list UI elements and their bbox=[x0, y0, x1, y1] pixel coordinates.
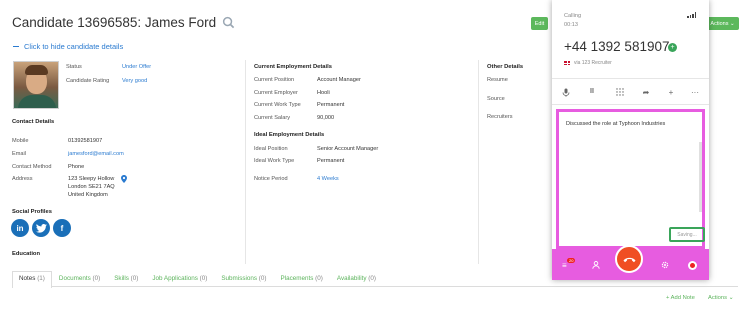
menu-list-icon[interactable]: ≡ bbox=[562, 261, 567, 270]
map-pin-icon[interactable] bbox=[121, 175, 127, 183]
method-label: Contact Method bbox=[12, 164, 52, 170]
notification-badge: 20 bbox=[567, 258, 576, 263]
status-value[interactable]: Under Offer bbox=[122, 64, 151, 70]
uk-flag-icon bbox=[564, 61, 570, 65]
ideal-worktype-value: Permanent bbox=[317, 158, 345, 164]
edit-button[interactable]: Edit bbox=[531, 17, 548, 30]
microphone-icon[interactable] bbox=[559, 88, 573, 97]
tab-job-applications[interactable]: Job Applications (0) bbox=[145, 271, 214, 287]
dialed-number: +44 1392 581907 bbox=[564, 39, 670, 54]
contact-icon[interactable] bbox=[592, 261, 600, 269]
actions-label: Actions bbox=[710, 20, 729, 27]
hide-details-link[interactable]: Click to hide candidate details bbox=[13, 42, 123, 51]
phone-toolbar: ≡ 20 bbox=[552, 245, 709, 280]
pause-icon[interactable]: II bbox=[585, 88, 599, 95]
tab-placements[interactable]: Placements (0) bbox=[274, 271, 330, 287]
signal-icon bbox=[687, 12, 696, 18]
tab-availability[interactable]: Availability (0) bbox=[330, 271, 383, 287]
column-divider bbox=[245, 60, 246, 264]
tab-documents[interactable]: Documents (0) bbox=[52, 271, 107, 287]
source-label: Source bbox=[487, 96, 505, 102]
note-scrollbar[interactable] bbox=[699, 142, 702, 212]
current-worktype-value: Permanent bbox=[317, 102, 345, 108]
email-label: Email bbox=[12, 151, 26, 157]
employment-heading: Current Employment Details bbox=[254, 64, 332, 70]
tab-notes[interactable]: Notes (1) bbox=[12, 271, 52, 288]
search-icon[interactable] bbox=[222, 16, 235, 29]
rating-label: Candidate Rating bbox=[66, 78, 110, 84]
current-employer-label: Current Employer bbox=[254, 90, 298, 96]
recruiters-label: Recruiters bbox=[487, 114, 513, 120]
education-heading: Education bbox=[12, 251, 41, 257]
current-position-label: Current Position bbox=[254, 77, 295, 83]
notes-actions-button[interactable]: Actions ⌄ bbox=[708, 295, 733, 301]
mobile-label: Mobile bbox=[12, 138, 29, 144]
call-note-text[interactable]: Discussed the role at Typhoon Industries bbox=[566, 121, 665, 127]
tab-submissions[interactable]: Submissions (0) bbox=[214, 271, 273, 287]
facebook-icon[interactable]: f bbox=[53, 219, 71, 237]
current-employer-value: Hooli bbox=[317, 90, 330, 96]
minus-icon bbox=[13, 45, 19, 48]
call-timer: 00:13 bbox=[564, 22, 578, 28]
ideal-position-label: Ideal Position bbox=[254, 146, 288, 152]
method-value: Phone bbox=[68, 164, 85, 170]
divider bbox=[552, 78, 709, 79]
current-salary-value: 90,000 bbox=[317, 115, 335, 121]
linkedin-icon[interactable]: in bbox=[11, 219, 29, 237]
ideal-heading: Ideal Employment Details bbox=[254, 132, 325, 138]
ideal-worktype-label: Ideal Work Type bbox=[254, 158, 295, 164]
actions-button[interactable]: Actions ⌄ bbox=[706, 17, 739, 30]
caller-id-label: via 123 Recruiter bbox=[574, 60, 612, 66]
address-line1: 123 Sleepy Hollow bbox=[68, 176, 115, 182]
call-status: Calling bbox=[564, 13, 582, 19]
record-icon[interactable] bbox=[688, 261, 697, 270]
mobile-value: 01392581907 bbox=[68, 138, 103, 144]
settings-gear-icon[interactable] bbox=[661, 261, 669, 269]
phone-dialer: Calling 00:13 +44 1392 581907 + via 123 … bbox=[552, 0, 709, 280]
page-title: Candidate 13696585: James Ford bbox=[12, 15, 235, 30]
candidate-photo bbox=[13, 61, 59, 109]
more-icon[interactable]: ··· bbox=[688, 88, 702, 97]
add-call-icon[interactable]: + bbox=[664, 88, 678, 97]
caller-id: via 123 Recruiter bbox=[564, 60, 612, 66]
add-contact-icon[interactable]: + bbox=[668, 43, 677, 52]
notice-value[interactable]: 4 Weeks bbox=[317, 176, 339, 182]
current-worktype-label: Current Work Type bbox=[254, 102, 301, 108]
divider bbox=[552, 104, 709, 105]
hide-details-label: Click to hide candidate details bbox=[24, 42, 124, 51]
keypad-icon[interactable] bbox=[613, 88, 627, 96]
chevron-down-icon: ⌄ bbox=[729, 20, 735, 27]
twitter-icon[interactable] bbox=[32, 219, 50, 237]
status-label: Status bbox=[66, 64, 82, 70]
transfer-icon[interactable]: ➦ bbox=[639, 88, 653, 97]
saving-indicator: Saving... bbox=[669, 227, 705, 242]
current-salary-label: Current Salary bbox=[254, 115, 291, 121]
contact-heading: Contact Details bbox=[12, 119, 55, 125]
add-note-button[interactable]: + Add Note bbox=[666, 295, 695, 301]
column-divider bbox=[478, 60, 479, 264]
current-position-value: Account Manager bbox=[317, 77, 361, 83]
address-line2: London SE21 7AQ bbox=[68, 184, 115, 190]
resume-label: Resume bbox=[487, 77, 508, 83]
ideal-position-value: Senior Account Manager bbox=[317, 146, 379, 152]
tab-skills[interactable]: Skills (0) bbox=[107, 271, 145, 287]
email-value[interactable]: jamesford@email.com bbox=[68, 151, 124, 157]
social-icons: in f bbox=[11, 219, 71, 237]
rating-value[interactable]: Very good bbox=[122, 78, 147, 84]
call-note-area[interactable]: Discussed the role at Typhoon Industries… bbox=[556, 109, 705, 249]
address-label: Address bbox=[12, 176, 33, 182]
address-line3: United Kingdom bbox=[68, 192, 108, 198]
phone-hangup-icon bbox=[623, 257, 635, 262]
hang-up-button[interactable] bbox=[615, 245, 643, 273]
other-heading: Other Details bbox=[487, 64, 524, 70]
social-heading: Social Profiles bbox=[12, 209, 52, 215]
page-title-text: Candidate 13696585: James Ford bbox=[12, 15, 217, 30]
notice-label: Notice Period bbox=[254, 176, 288, 182]
